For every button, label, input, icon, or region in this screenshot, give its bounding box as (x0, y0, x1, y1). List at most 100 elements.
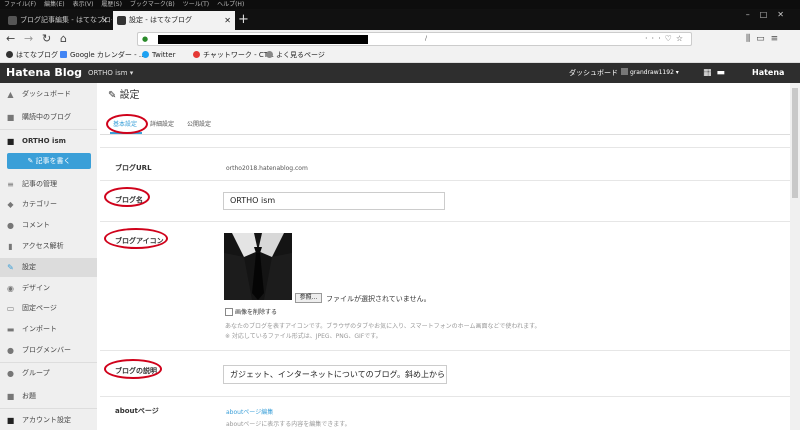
delete-image-checkbox[interactable] (225, 308, 233, 316)
menu-view[interactable]: 表示(V) (73, 1, 94, 8)
bookmark-icon: ■ (6, 113, 15, 122)
sidebar-item-dashboard[interactable]: ▲ ダッシュボード (0, 86, 97, 102)
menu-help[interactable]: ヘルプ(H) (217, 1, 244, 8)
highlight-circle (104, 359, 162, 379)
window-menubar: ファイル(F) 編集(E) 表示(V) 履歴(S) ブックマーク(B) ツール(T) ヘルプ… (0, 0, 800, 9)
navigation-toolbar: ← → ↻ ⌂ ● / ···♡☆ (0, 30, 800, 48)
sidebar-item-analytics[interactable]: ▮ アクセス解析 (0, 238, 97, 254)
hatena-blog-logo[interactable]: Hatena Blog (6, 63, 82, 83)
dashboard-icon: ▲ (7, 90, 14, 99)
sidebar-item-import[interactable]: ▬ インポート (0, 321, 97, 337)
tab-divider (100, 134, 800, 135)
group-icon: ● (7, 369, 14, 378)
blog-switcher[interactable]: ORTHO ism ▾ (88, 63, 133, 83)
reload-icon[interactable]: ↻ (42, 30, 51, 48)
back-icon[interactable]: ← (6, 30, 15, 48)
scrollbar-thumb[interactable] (792, 88, 798, 198)
blog-description-input[interactable]: ガジェット、インターネットについてのブログ。斜め上からレ! (223, 365, 447, 384)
sidebar-item-comments[interactable]: ● コメント (0, 217, 97, 233)
header-icons[interactable]: ▦▬ (703, 63, 730, 83)
blog-name-input[interactable]: ORTHO ism (223, 192, 445, 210)
sidebar-item-account[interactable]: ■ アカウント設定 (0, 412, 97, 428)
page-icon: ▭ (6, 304, 15, 313)
page-title: ✎ 設定 (108, 90, 140, 101)
close-tab-icon[interactable]: ✕ (101, 11, 108, 30)
icon-format-note: ※ 対応しているファイル形式は、JPEG、PNG、GIFです。 (225, 333, 382, 340)
toolbar-right-icons[interactable]: ⫼▭≡ (746, 30, 784, 48)
sidebar-item-blog[interactable]: ■ ORTHO ism (0, 133, 97, 149)
bookmark-hatena[interactable]: はてなブログ (6, 48, 58, 62)
url-actions[interactable]: ···♡☆ (645, 33, 687, 45)
redacted-url (158, 35, 368, 44)
highlight-circle (104, 187, 150, 207)
lock-icon: ● (142, 35, 149, 43)
delete-image-label: 画像を削除する (235, 309, 278, 316)
sidebar-item-pages[interactable]: ▭ 固定ページ (0, 300, 97, 316)
tag-icon: ◆ (7, 200, 14, 209)
bookmark-chatwork[interactable]: チャットワーク - CT... (193, 48, 274, 62)
browser-tab-bar: ブログ記事編集 - はてなブログ ✕ 設定 - はてなブログ ✕ (0, 9, 800, 30)
browse-button[interactable]: 参照... (295, 293, 322, 303)
tab-title: ブログ記事編集 - はてなブログ (20, 16, 112, 24)
blog-icon-image (224, 233, 292, 300)
menu-history[interactable]: 履歴(S) (101, 1, 122, 8)
menu-bookmarks[interactable]: ブックマーク(B) (130, 1, 175, 8)
menu-tools[interactable]: ツール(T) (183, 1, 209, 8)
highlight-circle (106, 114, 148, 134)
sidebar-item-articles[interactable]: ≡ 記事の管理 (0, 176, 97, 192)
user-menu[interactable]: grandraw1192 ▾ (621, 63, 679, 83)
new-tab-icon[interactable]: + (238, 11, 249, 28)
url-tail: / (425, 35, 428, 42)
palette-icon: ◉ (7, 284, 14, 293)
tab-publish-settings[interactable]: 公開設定 (187, 120, 211, 129)
grid-icon: ▦ (703, 68, 717, 78)
sidebar-item-subscriptions[interactable]: ■ 購読中のブログ (0, 109, 97, 125)
dashboard-link[interactable]: ダッシュボード (569, 63, 618, 83)
home-icon[interactable]: ⌂ (60, 30, 67, 48)
avatar (621, 68, 628, 75)
comment-icon: ● (7, 221, 14, 230)
sidebar-item-groups[interactable]: ● グループ (0, 365, 97, 381)
account-icon: ■ (6, 416, 15, 425)
members-icon: ● (7, 346, 14, 355)
hatena-icon (6, 51, 13, 58)
close-tab-icon[interactable]: ✕ (224, 11, 231, 30)
window-controls[interactable]: –□✕ (746, 10, 794, 19)
hatena-favicon-icon (117, 16, 126, 25)
blog-url-value: ortho2018.hatenablog.com (226, 165, 308, 172)
hatena-brand[interactable]: Hatena (752, 63, 784, 83)
sidebar-item-settings[interactable]: ✎ 設定 (0, 258, 97, 277)
tab-detailed-settings[interactable]: 詳細設定 (150, 120, 174, 129)
sidebar-item-topics[interactable]: ■ お題 (0, 388, 97, 404)
wrench-icon: ✎ (7, 263, 14, 272)
gear-icon (266, 51, 273, 58)
sidebar-item-categories[interactable]: ◆ カテゴリー (0, 196, 97, 212)
about-page-help: aboutページに表示する内容を編集できます。 (226, 421, 351, 428)
topic-icon: ■ (6, 392, 15, 401)
menu-file[interactable]: ファイル(F) (4, 1, 36, 8)
wrench-icon: ✎ (108, 90, 120, 101)
bookmark-frequent[interactable]: よく見るページ (266, 48, 325, 62)
about-page-label: aboutページ (115, 407, 159, 415)
tab-settings[interactable]: 設定 - はてなブログ ✕ (113, 11, 235, 30)
forward-icon[interactable]: → (24, 30, 33, 48)
hatena-header: Hatena Blog ORTHO ism ▾ ダッシュボード grandraw… (0, 63, 800, 83)
write-article-button[interactable]: ✎ 記事を書く (7, 153, 91, 169)
chatwork-icon (193, 51, 200, 58)
import-icon: ▬ (6, 325, 15, 334)
highlight-circle (104, 228, 168, 249)
list-icon: ≡ (7, 180, 14, 189)
no-file-text: ファイルが選択されていません。 (326, 295, 431, 303)
url-bar[interactable]: ● / ···♡☆ (137, 32, 692, 46)
twitter-icon (142, 51, 149, 58)
bookmark-google-calendar[interactable]: Google カレンダー - ... (60, 48, 146, 62)
menu-edit[interactable]: 編集(E) (44, 1, 64, 8)
about-page-edit-link[interactable]: aboutページ編集 (226, 407, 273, 416)
hatena-favicon-icon (8, 16, 17, 25)
chart-icon: ▮ (8, 242, 13, 251)
icon-help-text: あなたのブログを表すアイコンです。ブラウザのタブやお気に入り、スマートフォンのホ… (225, 323, 541, 330)
bookmark-twitter[interactable]: Twitter (142, 48, 175, 62)
tab-blog-edit[interactable]: ブログ記事編集 - はてなブログ ✕ (4, 11, 112, 30)
sidebar-item-members[interactable]: ● ブログメンバー (0, 342, 97, 358)
sidebar-item-design[interactable]: ◉ デザイン (0, 280, 97, 296)
